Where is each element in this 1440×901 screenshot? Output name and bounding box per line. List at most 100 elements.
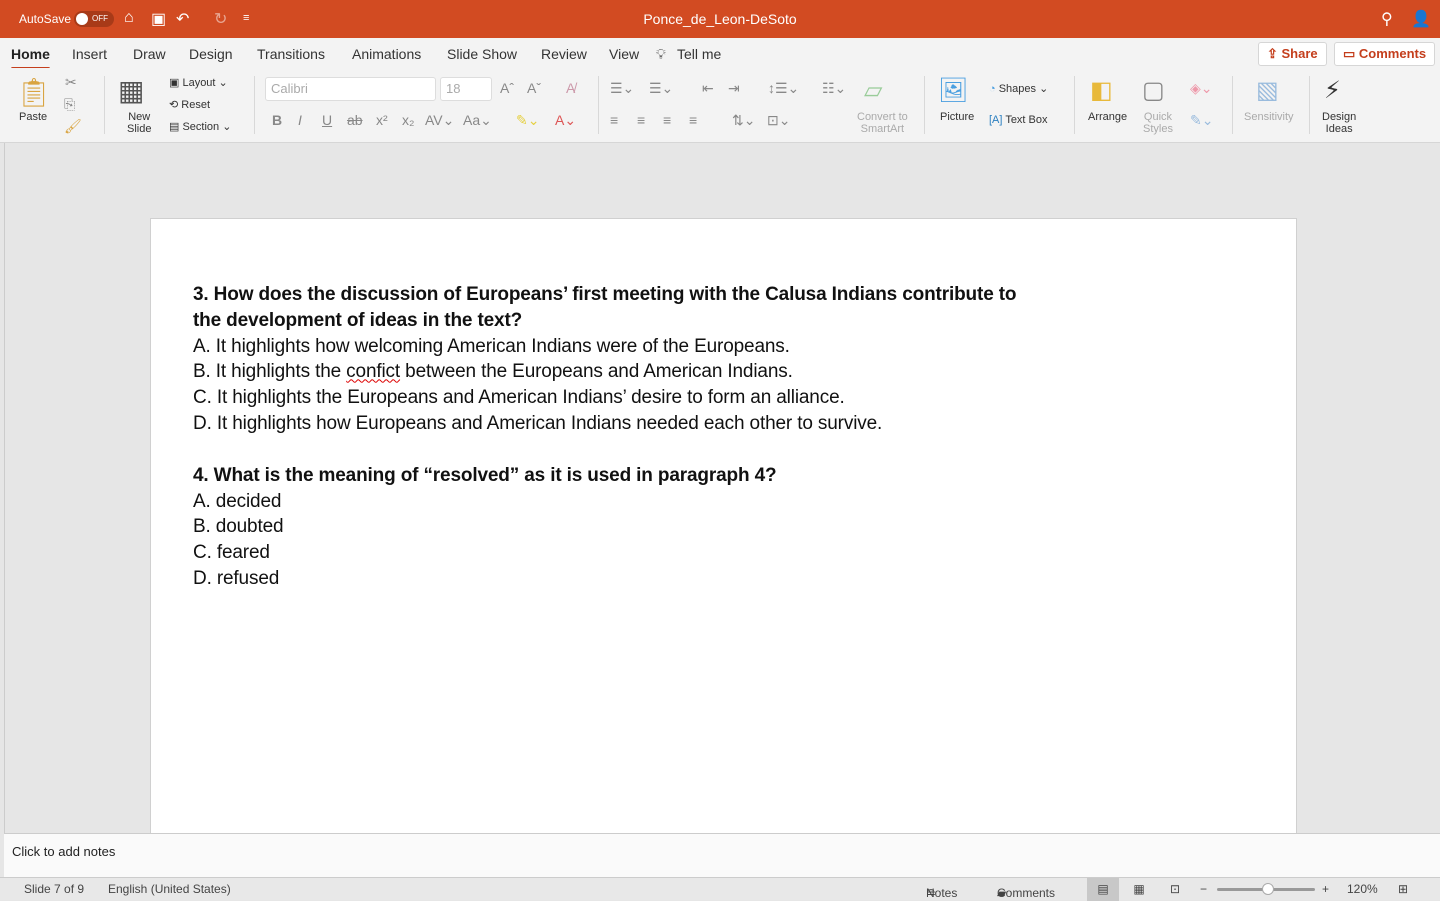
align-center-icon[interactable]: ≡ [637,112,645,128]
design-ideas-button[interactable]: Design Ideas [1322,111,1356,135]
bold-icon[interactable]: B [272,112,282,128]
copy-icon[interactable]: ⎘ [64,96,75,113]
smartart-icon[interactable]: ▱ [864,76,882,105]
increase-font-icon[interactable]: Aˆ [500,80,514,96]
numbering-icon[interactable]: ☰⌄ [649,80,673,97]
new-slide-icon[interactable]: ▦ [118,74,144,107]
italic-icon[interactable]: I [298,112,302,128]
shape-outline-icon[interactable]: ✎⌄ [1190,112,1213,129]
q3-option-b: B. It highlights the confict between the… [193,359,1016,385]
tab-view[interactable]: View [609,46,639,62]
line-spacing-icon[interactable]: ↕☰⌄ [768,80,799,97]
search-icon[interactable]: ⚲ [1381,9,1393,29]
font-color-icon[interactable]: A⌄ [555,112,576,129]
sensitivity-icon[interactable]: ▧ [1256,76,1279,105]
columns-icon[interactable]: ☷⌄ [822,80,846,97]
slide-text-box[interactable]: 3. How does the discussion of Europeans’… [193,282,1017,592]
design-ideas-icon[interactable]: ⚡︎ [1324,76,1341,105]
convert-label-2: SmartArt [860,123,905,135]
question-3-line-2: the development of ideas in the text? [193,309,523,331]
picture-button[interactable]: Picture [940,111,974,123]
increase-indent-icon[interactable]: ⇥ [728,80,740,97]
home-icon[interactable]: ⌂ [124,9,134,27]
cut-icon[interactable]: ✂ [65,74,77,91]
layout-button[interactable]: ▣ Layout ⌄ [169,76,228,89]
underline-icon[interactable]: U [322,112,332,128]
undo-icon[interactable]: ↶ [176,9,189,29]
quick-label-2: Styles [1143,123,1173,135]
notes-pane[interactable]: Click to add notes [4,833,1440,877]
zoom-out-button[interactable]: − [1200,882,1207,896]
quick-styles-icon[interactable]: ▢ [1142,76,1165,105]
change-case-icon[interactable]: Aa⌄ [463,112,492,129]
autosave-toggle[interactable]: OFF [74,11,114,27]
comments-button[interactable]: ▭ Comments [1334,42,1436,66]
zoom-in-button[interactable]: + [1322,882,1329,896]
quick-styles-button[interactable]: Quick Styles [1143,111,1173,135]
convert-smartart-button[interactable]: Convert to SmartArt [857,111,908,135]
question-4: 4. What is the meaning of “resolved” as … [193,464,777,486]
text-direction-icon[interactable]: ⇅⌄ [732,112,755,129]
tab-draw[interactable]: Draw [133,46,166,62]
superscript-icon[interactable]: x² [376,112,388,128]
align-text-icon[interactable]: ⊡⌄ [767,112,790,129]
language[interactable]: English (United States) [108,882,231,896]
redo-icon[interactable]: ↻ [214,9,227,29]
format-painter-icon[interactable]: 🖌︎ [64,118,82,135]
tab-insert[interactable]: Insert [72,46,107,62]
font-size-select[interactable]: 18 [440,77,492,101]
zoom-slider[interactable] [1217,883,1315,895]
account-icon[interactable]: 👤 [1411,9,1431,29]
save-icon[interactable]: ▣ [151,9,166,29]
normal-view-button[interactable]: ▤ [1087,878,1119,901]
highlight-icon[interactable]: ✎⌄ [516,112,539,129]
status-bar: Slide 7 of 9 English (United States) ≘ N… [0,877,1440,901]
arrange-icon[interactable]: ◧ [1090,76,1113,105]
document-title[interactable]: Ponce_de_Leon-DeSoto [643,11,796,27]
notes-label: Notes [926,886,958,900]
customize-toolbar-icon[interactable]: ≡ [243,12,249,24]
align-left-icon[interactable]: ≡ [610,112,618,128]
zoom-level[interactable]: 120% [1347,882,1378,896]
slide[interactable]: 3. How does the discussion of Europeans’… [150,218,1297,838]
font-name-select[interactable]: Calibri [265,77,436,101]
reset-button[interactable]: ⟲ Reset [169,98,210,111]
section-button[interactable]: ▤ Section ⌄ [169,120,231,133]
tab-transitions[interactable]: Transitions [257,46,325,62]
decrease-indent-icon[interactable]: ⇤ [702,80,714,97]
new-slide-label: New [128,111,151,123]
fit-to-window-icon[interactable]: ⊞ [1398,882,1408,896]
share-label: Share [1281,46,1318,61]
text-box-icon: [A] [989,114,1006,126]
arrange-button[interactable]: Arrange [1088,111,1127,123]
clear-formatting-icon[interactable]: A̸ [566,80,575,96]
justify-icon[interactable]: ≡ [689,112,697,128]
zoom-slider-thumb[interactable] [1261,883,1274,895]
share-button[interactable]: ⇪ Share [1258,42,1327,66]
q4-option-d: D. refused [193,567,280,589]
tab-animations[interactable]: Animations [352,46,421,62]
decrease-font-icon[interactable]: Aˇ [527,80,541,96]
presenter-view-button[interactable]: ⊡ [1159,878,1191,901]
subscript-icon[interactable]: x₂ [402,112,414,128]
paste-button[interactable]: Paste [19,111,47,123]
text-box-button[interactable]: [A] Text Box [989,114,1048,126]
picture-icon[interactable]: 🖼︎ [938,76,968,105]
strikethrough-icon[interactable]: ab [347,112,363,128]
misspelled-word[interactable]: confict [346,361,400,382]
q3-option-a: A. It highlights how welcoming American … [193,335,790,357]
character-spacing-icon[interactable]: AV⌄ [425,112,454,129]
align-right-icon[interactable]: ≡ [663,112,671,128]
tab-home[interactable]: Home [11,46,50,70]
tell-me-search[interactable]: Tell me [677,46,721,62]
shape-fill-icon[interactable]: ◈⌄ [1190,80,1213,97]
new-slide-button[interactable]: New Slide [127,111,151,135]
sensitivity-button[interactable]: Sensitivity [1244,111,1294,123]
tab-slide-show[interactable]: Slide Show [447,46,517,62]
shapes-button[interactable]: ◔ Shapes ⌄ [989,82,1048,95]
tab-design[interactable]: Design [189,46,233,62]
paste-icon[interactable]: 📋︎ [16,76,52,109]
slide-sorter-button[interactable]: ▦ [1123,878,1155,901]
bullets-icon[interactable]: ☰⌄ [610,80,634,97]
tab-review[interactable]: Review [541,46,587,62]
